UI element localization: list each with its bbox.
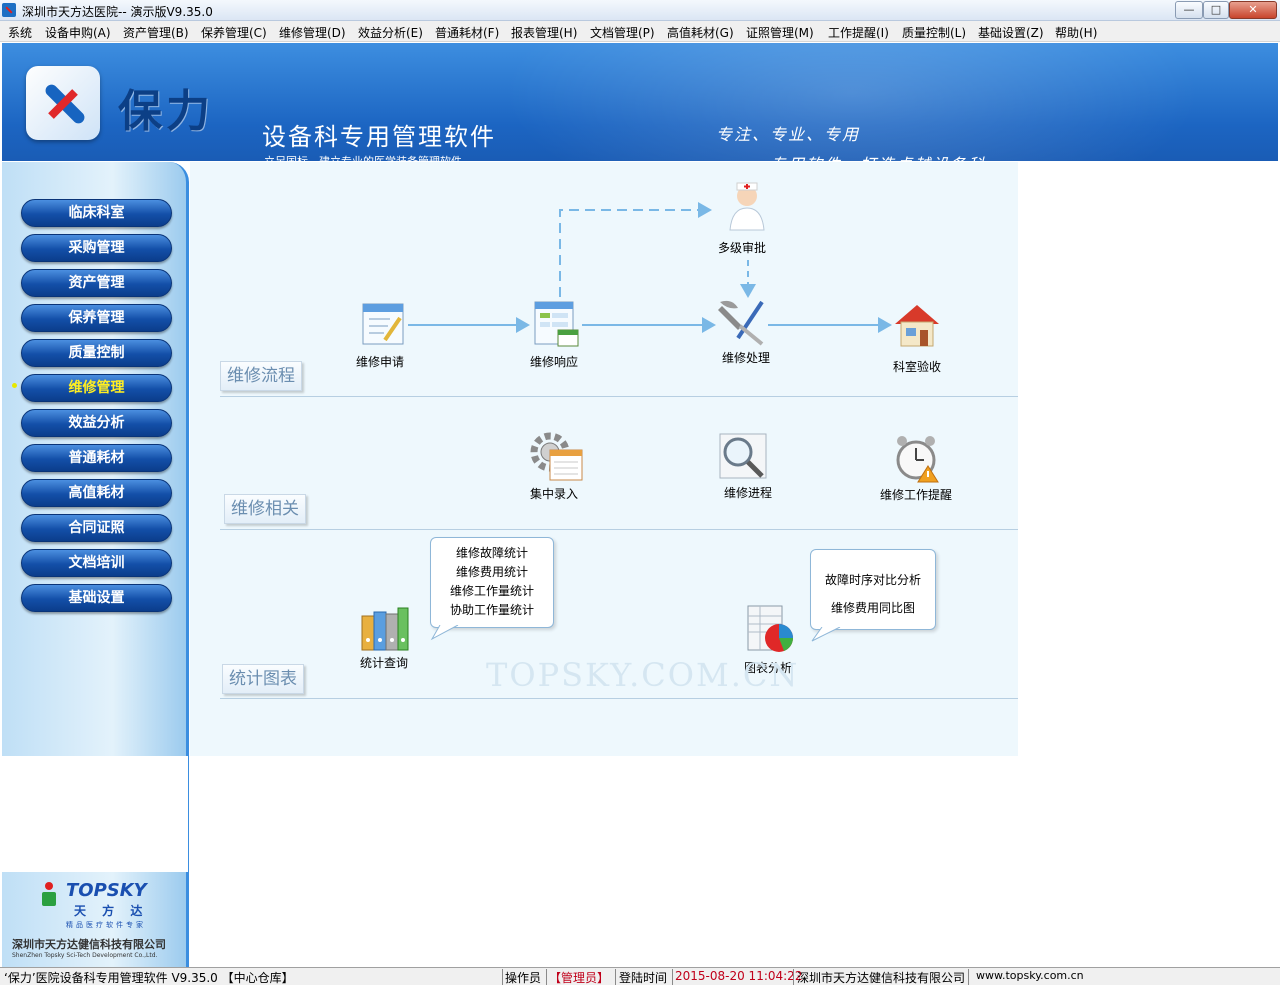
menu-consumables[interactable]: 普通耗材(F) <box>435 24 499 41</box>
menu-quality[interactable]: 质量控制(L) <box>902 24 966 41</box>
nav-assets[interactable]: 资产管理 <box>21 269 172 297</box>
magnifier-progress-icon[interactable] <box>718 432 770 482</box>
bubble-fault-stats[interactable]: 维修故障统计 <box>431 544 553 563</box>
bubble-fault-time-analysis[interactable]: 故障时序对比分析 <box>811 566 935 594</box>
company-tagline: 精品医疗软件专家 <box>66 921 146 929</box>
repair-tools-icon[interactable] <box>718 298 772 348</box>
repair-response-icon[interactable] <box>532 300 580 350</box>
alarm-reminder-icon[interactable] <box>894 432 942 484</box>
section-label-flow: 维修流程 <box>220 361 302 391</box>
flow-repair-process[interactable]: 维修处理 <box>722 349 770 366</box>
topsky-mascot-icon <box>40 882 60 908</box>
binders-query-icon[interactable] <box>360 602 410 652</box>
related-work-reminder[interactable]: 维修工作提醒 <box>880 486 952 503</box>
header-banner: 保力 设备科专用管理软件 立足国标，建立专业的医学装备管理软件 专注、专业、专用… <box>2 43 1278 161</box>
menu-help[interactable]: 帮助(H) <box>1055 24 1097 41</box>
dept-home-icon[interactable] <box>892 302 942 348</box>
nav-settings[interactable]: 基础设置 <box>21 584 172 612</box>
bubble-assist-workload-stats[interactable]: 协助工作量统计 <box>431 601 553 620</box>
stats-query-bubble: 维修故障统计 维修费用统计 维修工作量统计 协助工作量统计 <box>430 537 554 628</box>
maximize-button[interactable]: □ <box>1203 1 1229 19</box>
menu-benefit[interactable]: 效益分析(E) <box>358 24 423 41</box>
divider <box>220 396 1018 397</box>
company-name-en: ShenZhen Topsky Sci-Tech Development Co.… <box>12 952 158 959</box>
nav-purchase[interactable]: 采购管理 <box>21 234 172 262</box>
flow-dept-acceptance[interactable]: 科室验收 <box>893 358 941 375</box>
menu-maintenance[interactable]: 保养管理(C) <box>201 24 267 41</box>
company-logo: TOPSKY 天 方 达 精品医疗软件专家 深圳市天方达健信科技有限公司 She… <box>2 872 188 967</box>
related-batch-entry[interactable]: 集中录入 <box>530 485 578 502</box>
status-operator: 【管理员】 <box>549 971 610 985</box>
banner-slogan-1: 专注、专业、专用 <box>716 125 861 144</box>
gear-entry-icon[interactable] <box>526 428 586 482</box>
repair-request-icon[interactable] <box>360 302 408 348</box>
nav-repair[interactable]: 维修管理 <box>21 374 172 402</box>
banner-slogan-2: 专用软件，打造卓越设备科 <box>770 151 986 161</box>
menu-settings[interactable]: 基础设置(Z) <box>978 24 1044 41</box>
topsky-logo-cn: 天 方 达 <box>74 904 149 918</box>
nav-contracts[interactable]: 合同证照 <box>21 514 172 542</box>
bubble-cost-stats[interactable]: 维修费用统计 <box>431 563 553 582</box>
section-label-stats: 统计图表 <box>222 664 304 694</box>
nav-consumables[interactable]: 普通耗材 <box>21 444 172 472</box>
menu-bar: 系统 设备申购(A) 资产管理(B) 保养管理(C) 维修管理(D) 效益分析(… <box>0 21 1280 42</box>
sidebar: 临床科室 采购管理 资产管理 保养管理 质量控制 维修管理 效益分析 普通耗材 … <box>2 162 189 967</box>
topsky-logo: TOPSKY <box>66 880 147 901</box>
divider <box>220 698 1018 699</box>
status-bar: ‘保力’医院设备科专用管理软件 V9.35.0 【中心仓库】 操作员 【管理员】… <box>0 967 1280 985</box>
menu-reminders[interactable]: 工作提醒(I) <box>828 24 889 41</box>
menu-reports[interactable]: 报表管理(H) <box>511 24 577 41</box>
menu-certificates[interactable]: 证照管理(M) <box>746 24 814 41</box>
nav-benefit[interactable]: 效益分析 <box>21 409 172 437</box>
stats-chart-bubble: 故障时序对比分析 维修费用同比图 <box>810 549 936 630</box>
minimize-button[interactable]: — <box>1175 1 1203 19</box>
menu-documents[interactable]: 文档管理(P) <box>590 24 655 41</box>
menu-system[interactable]: 系统 <box>8 24 32 41</box>
status-website: www.topsky.com.cn <box>976 969 1084 982</box>
menu-high-value[interactable]: 高值耗材(G) <box>667 24 734 41</box>
section-label-related: 维修相关 <box>224 494 306 524</box>
nav-quality[interactable]: 质量控制 <box>21 339 172 367</box>
banner-title: 设备科专用管理软件 <box>262 123 496 151</box>
nav-documents[interactable]: 文档培训 <box>21 549 172 577</box>
bubble-tail <box>430 625 459 641</box>
banner-subtitle: 立足国标，建立专业的医学装备管理软件 <box>264 153 462 161</box>
nav-clinical-dept[interactable]: 临床科室 <box>21 199 172 227</box>
bubble-workload-stats[interactable]: 维修工作量统计 <box>431 582 553 601</box>
window-title: 深圳市天方达医院-- 演示版V9.35.0 <box>22 5 213 19</box>
brand-name: 保力 <box>118 86 214 137</box>
company-name: 深圳市天方达健信科技有限公司 <box>12 938 166 951</box>
status-operator-label: 操作员 <box>505 971 542 985</box>
status-login-label: 登陆时间 <box>619 971 668 985</box>
divider <box>220 529 1018 530</box>
wrench-logo-icon <box>26 66 100 140</box>
bubble-tail <box>811 627 841 642</box>
flow-repair-request[interactable]: 维修申请 <box>356 353 404 370</box>
stats-query[interactable]: 统计查询 <box>360 654 408 671</box>
main-content: 维修申请 维修响应 多级审批 维修处理 科室验收 维修流程 集中录入 维修进程 … <box>190 162 1018 756</box>
title-bar: 深圳市天方达医院-- 演示版V9.35.0 — □ ✕ <box>0 0 1280 21</box>
flow-repair-response[interactable]: 维修响应 <box>530 353 578 370</box>
close-button[interactable]: ✕ <box>1229 1 1277 19</box>
menu-repair[interactable]: 维修管理(D) <box>279 24 346 41</box>
menu-purchase[interactable]: 设备申购(A) <box>45 24 111 41</box>
menu-assets[interactable]: 资产管理(B) <box>123 24 189 41</box>
nurse-approval-icon[interactable] <box>726 180 768 232</box>
status-company: 深圳市天方达健信科技有限公司 <box>797 971 966 985</box>
nav-high-value[interactable]: 高值耗材 <box>21 479 172 507</box>
pie-chart-icon[interactable] <box>746 604 798 654</box>
bubble-cost-yoy-chart[interactable]: 维修费用同比图 <box>811 594 935 622</box>
nav-maintenance[interactable]: 保养管理 <box>21 304 172 332</box>
status-app: ‘保力’医院设备科专用管理软件 V9.35.0 【中心仓库】 <box>4 971 294 985</box>
flow-multi-approval[interactable]: 多级审批 <box>718 239 766 256</box>
watermark: TOPSKY.COM.CN <box>486 656 800 694</box>
active-marker-icon <box>12 383 17 388</box>
related-repair-progress[interactable]: 维修进程 <box>724 484 772 501</box>
status-login-time: 2015-08-20 11:04:22 <box>675 969 803 983</box>
app-icon <box>2 3 16 17</box>
